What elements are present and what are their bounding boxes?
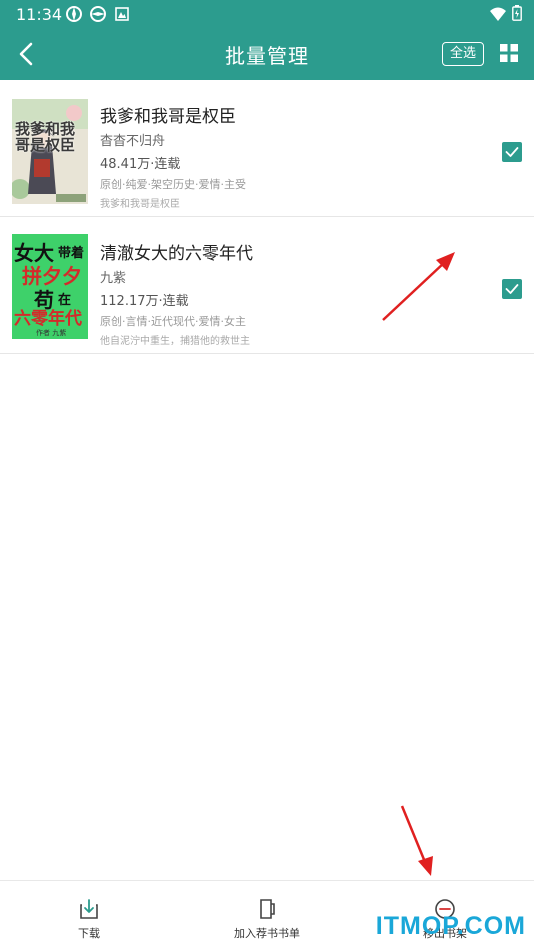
grid-view-button[interactable]	[500, 44, 518, 62]
book-author: 杳杳不归舟	[100, 134, 166, 149]
add-booklist-label: 加入荐书书单	[234, 927, 300, 940]
battery-icon	[512, 5, 522, 25]
status-notification-icons	[66, 6, 130, 22]
book-intro: 我爹和我哥是权臣	[100, 199, 180, 210]
download-label: 下载	[78, 927, 100, 940]
booklist-icon	[260, 899, 275, 919]
add-booklist-button[interactable]: 加入荐书书单	[207, 891, 327, 941]
book-list: 我爹和我哥是权臣 我爹和我哥是权臣 杳杳不归舟 48.41万·连载 原创·纯爱·…	[0, 80, 534, 354]
app-notification-icon	[66, 6, 82, 22]
book-tags: 原创·言情·近代现代·爱情·女主	[100, 315, 246, 328]
cover-text: 六零年代	[14, 309, 82, 329]
book-list-item[interactable]: 女大 带着 拼夕夕 苟 在 六零年代 作者 九紫 清澈女大的六零年代 九紫 11…	[0, 217, 534, 354]
status-system-icons	[490, 5, 522, 25]
book-author: 九紫	[100, 271, 127, 286]
book-stats: 112.17万·连载	[100, 294, 189, 309]
cover-author: 作者 九紫	[36, 329, 67, 337]
download-button[interactable]: 下载	[29, 891, 149, 941]
book-list-item[interactable]: 我爹和我哥是权臣 我爹和我哥是权臣 杳杳不归舟 48.41万·连载 原创·纯爱·…	[0, 80, 534, 217]
book-cover: 我爹和我哥是权臣	[12, 99, 88, 204]
cover-title-text: 我爹和我哥是权臣	[15, 120, 76, 154]
checkmark-icon	[505, 147, 519, 157]
book-stats: 48.41万·连载	[100, 157, 181, 172]
image-notification-icon	[114, 6, 130, 22]
app-bar: 批量管理 全选	[0, 28, 534, 80]
book-title: 我爹和我哥是权臣	[100, 107, 236, 127]
app-notification-icon	[90, 6, 106, 22]
checkmark-icon	[505, 284, 519, 294]
book-cover: 女大 带着 拼夕夕 苟 在 六零年代 作者 九紫	[12, 234, 88, 339]
book-tags: 原创·纯爱·架空历史·爱情·主受	[100, 178, 246, 191]
book-checkbox[interactable]	[502, 142, 522, 162]
book-checkbox[interactable]	[502, 279, 522, 299]
watermark: ITMOP.COM	[375, 912, 526, 940]
wifi-icon	[490, 6, 506, 25]
cover-text: 带着	[58, 246, 85, 261]
book-intro: 他自泥泞中重生，捕猎他的救世主	[100, 336, 250, 347]
select-all-button[interactable]: 全选	[441, 42, 484, 66]
status-time: 11:34	[16, 5, 63, 24]
annotation-arrow	[400, 805, 433, 876]
book-title: 清澈女大的六零年代	[100, 244, 253, 264]
grid-icon	[500, 44, 518, 62]
status-bar: 11:34	[0, 0, 534, 28]
download-icon	[80, 899, 98, 919]
